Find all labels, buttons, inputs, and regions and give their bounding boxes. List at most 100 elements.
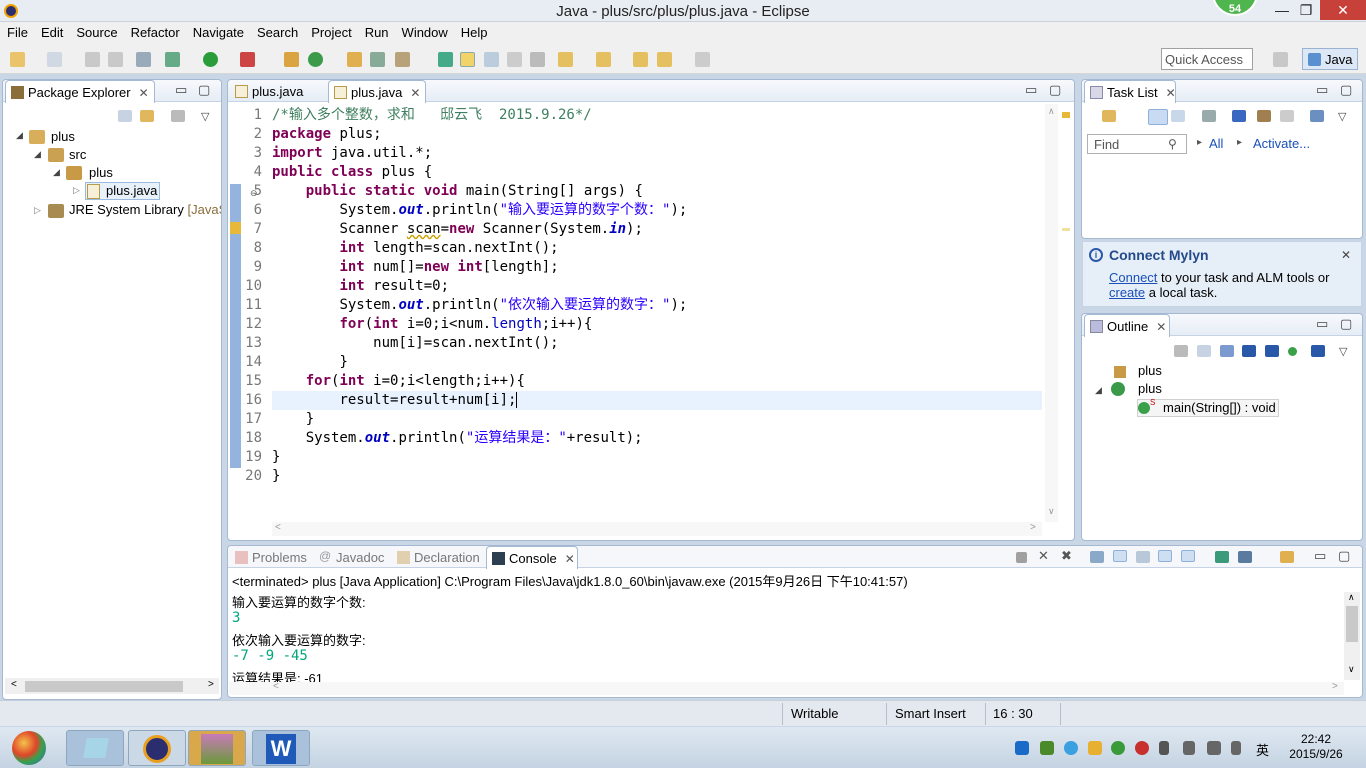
forward-icon[interactable] bbox=[695, 52, 710, 67]
tab-javadoc[interactable]: @ Javadoc bbox=[314, 546, 394, 569]
minimize-view-icon[interactable]: ▭ bbox=[1025, 82, 1037, 98]
next-annotation-icon[interactable] bbox=[558, 52, 573, 67]
tree-item-src[interactable]: src bbox=[69, 147, 86, 162]
menu-refactor[interactable]: Refactor bbox=[124, 22, 186, 40]
overview-warning-marker[interactable] bbox=[1062, 112, 1070, 118]
tray-qq-icon[interactable] bbox=[1088, 741, 1102, 755]
run-icon[interactable] bbox=[203, 52, 218, 67]
tray-ime-indicator[interactable]: 英 bbox=[1256, 740, 1269, 759]
link-with-editor-icon[interactable] bbox=[140, 110, 154, 122]
taskbar-image-viewer[interactable] bbox=[188, 730, 246, 766]
editor-vertical-scrollbar[interactable]: ∧ ∨ bbox=[1045, 104, 1058, 522]
hide-completed-icon[interactable] bbox=[1232, 110, 1246, 122]
open-console-icon[interactable] bbox=[1280, 551, 1294, 563]
mark-occurrences-icon[interactable] bbox=[460, 52, 475, 67]
minimize-view-icon[interactable]: ▭ bbox=[1314, 548, 1326, 564]
editor-horizontal-scrollbar[interactable]: < > bbox=[272, 522, 1042, 536]
new-package-icon[interactable] bbox=[284, 52, 299, 67]
show-on-stderr-icon[interactable] bbox=[1181, 550, 1195, 562]
scroll-thumb[interactable] bbox=[1346, 606, 1358, 642]
menu-window[interactable]: Window bbox=[395, 22, 454, 40]
word-wrap-icon[interactable] bbox=[1136, 551, 1150, 563]
menu-help[interactable]: Help bbox=[454, 22, 494, 40]
scroll-lock-icon[interactable] bbox=[1113, 550, 1127, 562]
scroll-left-icon[interactable]: < bbox=[11, 679, 17, 690]
terminate-icon[interactable] bbox=[1016, 552, 1027, 563]
debug-icon[interactable] bbox=[165, 52, 180, 67]
display-console-icon[interactable] bbox=[1238, 551, 1252, 563]
new-task-icon[interactable] bbox=[1102, 110, 1116, 122]
save-all-icon[interactable] bbox=[108, 52, 123, 67]
new-java-project-icon[interactable] bbox=[47, 52, 62, 67]
collapse-toggle-icon[interactable]: ▷ bbox=[34, 205, 41, 216]
collapse-all-icon[interactable] bbox=[1197, 345, 1211, 357]
tree-item-jre[interactable]: JRE System Library [JavaSE bbox=[69, 202, 221, 217]
expand-toggle-icon[interactable]: ◢ bbox=[1095, 385, 1102, 396]
outline-item-method[interactable]: main(String[]) : void bbox=[1163, 400, 1276, 415]
editor-tab-2[interactable]: plus.java ✕ bbox=[328, 80, 426, 103]
new-icon[interactable] bbox=[10, 52, 25, 67]
scroll-thumb[interactable] bbox=[25, 681, 183, 692]
tree-item-project[interactable]: plus bbox=[51, 129, 75, 144]
tray-volume-icon[interactable] bbox=[1231, 741, 1241, 755]
collapse-toggle-icon[interactable]: ▷ bbox=[73, 185, 80, 196]
show-on-stdout-icon[interactable] bbox=[1158, 550, 1172, 562]
tray-phone-icon[interactable] bbox=[1135, 741, 1149, 755]
open-perspective-icon[interactable] bbox=[1273, 52, 1288, 67]
expand-toggle-icon[interactable]: ◢ bbox=[34, 149, 41, 160]
maximize-view-icon[interactable]: ▢ bbox=[198, 82, 210, 98]
overview-marker[interactable] bbox=[1062, 228, 1070, 231]
annotation-icon[interactable] bbox=[438, 52, 453, 67]
new-class-icon[interactable] bbox=[308, 52, 323, 67]
scroll-down-icon[interactable]: ∨ bbox=[1048, 506, 1055, 517]
tab-task-list[interactable]: Task List ✕ bbox=[1084, 80, 1176, 103]
sort-icon[interactable] bbox=[1220, 345, 1234, 357]
scroll-down-icon[interactable]: ∨ bbox=[1348, 664, 1355, 675]
tab-console[interactable]: Console ✕ bbox=[486, 546, 578, 569]
scroll-right-icon[interactable]: > bbox=[1030, 522, 1036, 533]
menu-project[interactable]: Project bbox=[304, 22, 357, 40]
close-icon[interactable]: ✕ bbox=[410, 86, 420, 100]
tab-outline[interactable]: Outline ✕ bbox=[1084, 314, 1170, 337]
close-icon[interactable]: ✕ bbox=[139, 86, 149, 100]
hide-fields-icon[interactable] bbox=[1242, 345, 1256, 357]
tray-network-icon[interactable] bbox=[1183, 741, 1195, 755]
save-icon[interactable] bbox=[85, 52, 100, 67]
hide-non-public-icon[interactable] bbox=[1288, 347, 1297, 356]
clear-console-icon[interactable] bbox=[1090, 551, 1104, 563]
close-icon[interactable]: ✕ bbox=[1156, 320, 1166, 334]
tray-clock[interactable]: 22:42 2015/9/26 bbox=[1284, 732, 1348, 762]
outline-item-package[interactable]: plus bbox=[1138, 363, 1162, 378]
remove-launch-icon[interactable]: ✕ bbox=[1038, 548, 1049, 564]
collapse-all-icon[interactable] bbox=[1280, 110, 1294, 122]
taskbar-file-explorer[interactable] bbox=[66, 730, 124, 766]
all-link[interactable]: All bbox=[1209, 136, 1223, 151]
tab-declaration[interactable]: Declaration bbox=[392, 546, 488, 569]
maximize-view-icon[interactable]: ▢ bbox=[1340, 82, 1352, 98]
maximize-button[interactable]: ❐ bbox=[1288, 0, 1324, 20]
minimize-view-icon[interactable]: ▭ bbox=[1316, 316, 1328, 332]
close-icon[interactable]: ✕ bbox=[1341, 248, 1351, 262]
scroll-up-icon[interactable]: ∧ bbox=[1348, 592, 1355, 603]
taskbar-wps[interactable]: W bbox=[252, 730, 310, 766]
close-icon[interactable]: ✕ bbox=[1166, 86, 1176, 100]
connect-link[interactable]: Connect bbox=[1109, 270, 1157, 285]
create-link[interactable]: create bbox=[1109, 285, 1145, 300]
menu-file[interactable]: File bbox=[0, 22, 34, 40]
menu-search[interactable]: Search bbox=[250, 22, 304, 40]
tree-item-package[interactable]: plus bbox=[89, 165, 113, 180]
open-task-icon[interactable] bbox=[370, 52, 385, 67]
horizontal-scrollbar[interactable]: < > bbox=[5, 678, 219, 694]
maximize-view-icon[interactable]: ▢ bbox=[1340, 316, 1352, 332]
word-wrap-icon[interactable] bbox=[484, 52, 499, 67]
block-selection-icon[interactable] bbox=[507, 52, 522, 67]
scroll-left-icon[interactable]: < bbox=[273, 681, 279, 692]
tab-package-explorer[interactable]: Package Explorer ✕ bbox=[5, 80, 155, 103]
scheduled-icon[interactable] bbox=[1171, 110, 1185, 122]
close-button[interactable]: ✕ bbox=[1320, 0, 1366, 20]
last-edit-icon[interactable] bbox=[633, 52, 648, 67]
close-icon[interactable]: ✕ bbox=[565, 552, 575, 566]
tray-nvidia-icon[interactable] bbox=[1040, 741, 1054, 755]
tree-item-java-file[interactable]: plus.java bbox=[106, 183, 157, 198]
focus-icon[interactable] bbox=[1174, 345, 1188, 357]
